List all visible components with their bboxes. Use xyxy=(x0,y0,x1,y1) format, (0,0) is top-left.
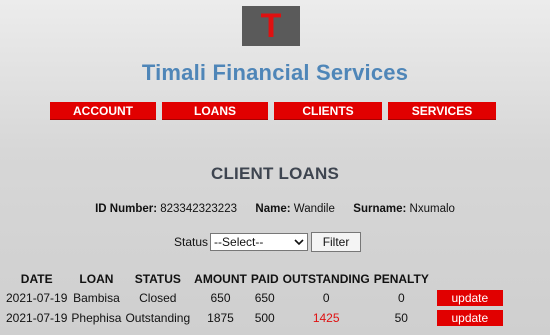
col-action-header xyxy=(431,270,505,288)
name-value: Wandile xyxy=(293,203,335,215)
page-title: CLIENT LOANS xyxy=(210,164,339,183)
cell-outstanding: 1425 xyxy=(312,311,340,325)
cell-action: update xyxy=(431,308,505,328)
surname-value: Nxumalo xyxy=(409,203,455,215)
col-status-header: STATUS xyxy=(134,272,181,286)
cell-penalty: 0 xyxy=(397,291,405,305)
main-nav: ACCOUNT LOANS CLIENTS SERVICES xyxy=(50,102,496,120)
nav-account-button[interactable]: ACCOUNT xyxy=(50,102,156,120)
name-label: Name: xyxy=(255,203,291,215)
cell-action: update xyxy=(431,288,505,308)
col-date-header: DATE xyxy=(20,272,53,286)
nav-clients-button[interactable]: CLIENTS xyxy=(274,102,382,120)
cell-outstanding: 0 xyxy=(322,291,330,305)
cell-loan: Bambisa xyxy=(73,291,120,305)
brand-title: Timali Financial Services xyxy=(141,60,409,85)
cell-status: Closed xyxy=(139,291,177,305)
cell-amount: 1875 xyxy=(207,311,234,325)
cell-paid: 650 xyxy=(254,291,275,305)
cell-date: 2021-07-19 xyxy=(6,291,68,305)
update-button[interactable]: update xyxy=(436,310,503,326)
cell-paid: 500 xyxy=(254,311,275,325)
col-amount-header: AMOUNT xyxy=(194,272,247,286)
client-info: ID Number: 823342323223 Name: Wandile Su… xyxy=(0,203,550,215)
cell-status: Outstanding xyxy=(125,311,191,325)
col-loan-header: LOAN xyxy=(79,272,114,286)
chevron-down-icon xyxy=(294,239,304,246)
col-paid-header: PAID xyxy=(250,272,279,286)
nav-services-button[interactable]: SERVICES xyxy=(388,102,496,120)
id-number-value: 823342323223 xyxy=(160,203,237,215)
cell-penalty: 50 xyxy=(394,311,408,325)
update-button[interactable]: update xyxy=(436,290,503,306)
table-row: 2021-07-19 Bambisa Closed 650 650 0 0 up… xyxy=(4,288,505,308)
col-penalty-header: PENALTY xyxy=(373,272,429,286)
col-outstanding-header: OUTSTANDING xyxy=(282,272,370,286)
loans-table: DATE LOAN STATUS AMOUNT PAID OUTSTANDING… xyxy=(4,270,505,328)
nav-loans-button[interactable]: LOANS xyxy=(162,102,268,120)
cell-loan: Phephisa xyxy=(71,311,122,325)
table-row: 2021-07-19 Phephisa Outstanding 1875 500… xyxy=(4,308,505,328)
status-select-value: --Select-- xyxy=(214,235,264,249)
status-select[interactable]: --Select-- xyxy=(210,233,309,251)
filter-button[interactable]: Filter xyxy=(311,232,362,252)
cell-amount: 650 xyxy=(210,291,231,305)
logo-letter: T xyxy=(260,7,282,45)
logo: T xyxy=(242,6,300,46)
cell-date: 2021-07-19 xyxy=(6,311,68,325)
id-number-label: ID Number: xyxy=(95,203,158,215)
status-filter-label: Status xyxy=(174,235,209,249)
filter-row: Status --Select-- Filter xyxy=(174,232,362,252)
table-header-row: DATE LOAN STATUS AMOUNT PAID OUTSTANDING… xyxy=(4,270,505,288)
surname-label: Surname: xyxy=(353,203,407,215)
